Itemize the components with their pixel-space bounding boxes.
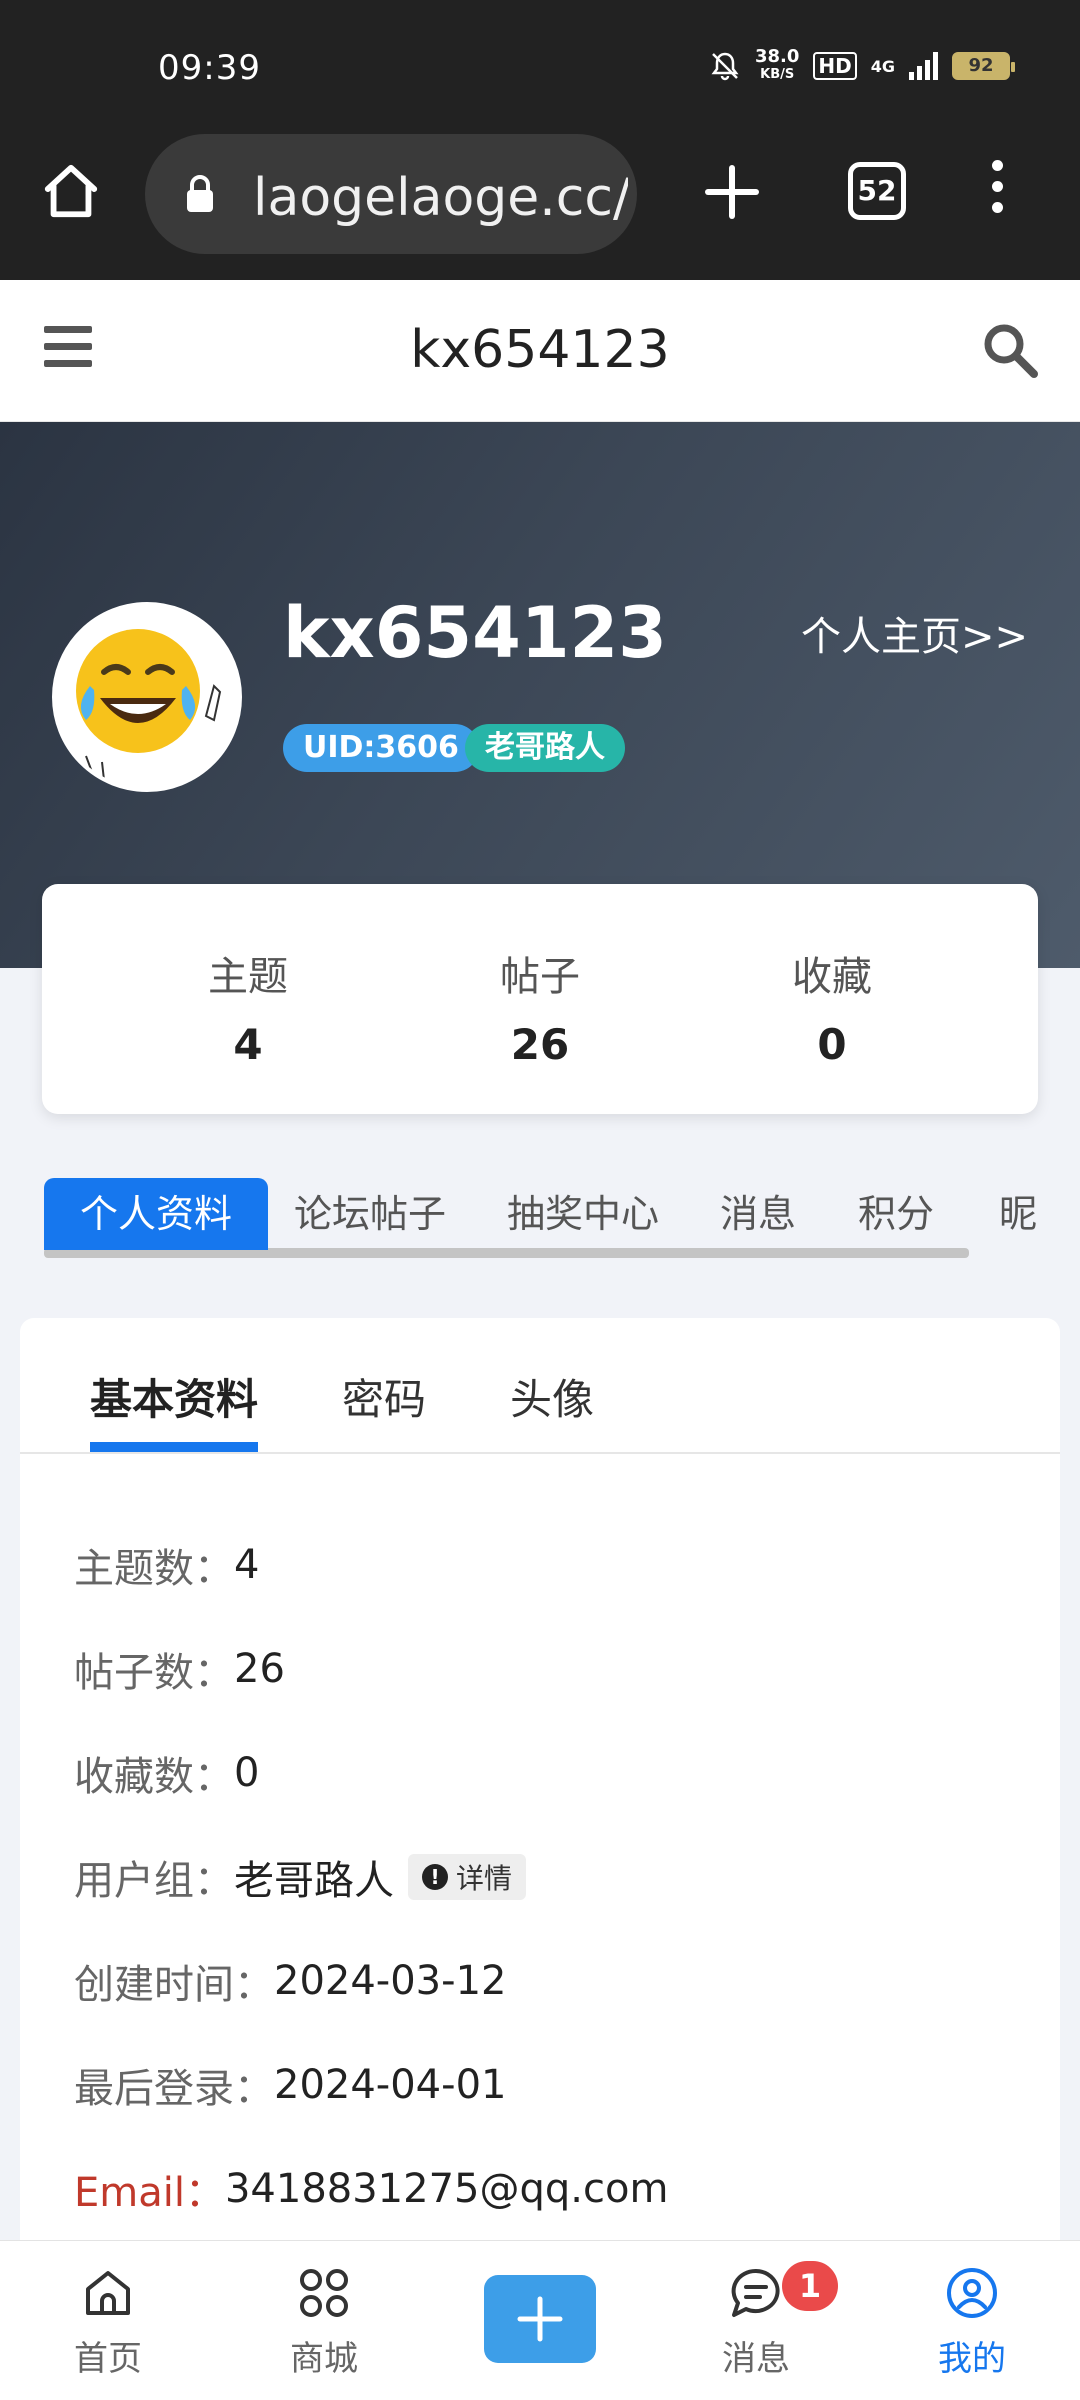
info-created-row: 创建时间： 2024-03-12 — [74, 1952, 506, 2010]
nav-label: 首页 — [74, 2339, 142, 2379]
sub-tabs: 基本资料 密码 头像 — [20, 1318, 1060, 1454]
info-label: 帖子数： — [74, 1650, 234, 1696]
status-time: 09:39 — [158, 48, 261, 88]
info-last-login-row: 最后登录： 2024-04-01 — [74, 2056, 506, 2114]
active-tab-indicator — [90, 1442, 258, 1452]
tab-switcher-button[interactable]: 52 — [848, 162, 906, 220]
laughing-emoji-icon — [76, 629, 222, 781]
page-title: kx654123 — [410, 320, 670, 380]
group-detail-button[interactable]: ! 详情 — [408, 1854, 527, 1900]
network-speed: 38.0 KB/S — [754, 46, 800, 83]
more-menu-icon[interactable] — [982, 160, 1012, 224]
info-value: 26 — [234, 1646, 285, 1692]
chat-bubble-icon — [731, 2268, 780, 2317]
new-post-button[interactable] — [484, 2275, 596, 2363]
plus-icon — [517, 2296, 563, 2342]
nav-label: 商城 — [290, 2339, 358, 2379]
user-group-badge: 老哥路人 — [465, 724, 625, 772]
signal-icon — [909, 52, 938, 80]
uid-badge: UID:3606 — [283, 724, 479, 772]
sub-tab-basic-info[interactable]: 基本资料 — [90, 1366, 258, 1427]
new-tab-icon[interactable] — [700, 160, 764, 224]
url-text: laogelaoge.cc/ — [253, 168, 628, 228]
url-field[interactable]: laogelaoge.cc/ — [145, 134, 637, 254]
info-label: 主题数： — [74, 1546, 234, 1592]
stat-value: 26 — [510, 1020, 570, 1069]
home-icon — [86, 2271, 130, 2315]
detail-label: 详情 — [456, 1862, 513, 1895]
info-icon: ! — [422, 1864, 448, 1890]
stat-label: 主题 — [208, 954, 288, 1000]
nav-shop[interactable]: 商城 — [244, 2241, 404, 2400]
status-icons: 38.0 KB/S HD 4G 92 — [709, 46, 1015, 84]
info-topics-row: 主题数： 4 — [74, 1536, 259, 1594]
profile-tabs: 个人资料 论坛帖子 抽奖中心 消息 积分 昵 — [44, 1178, 1080, 1258]
info-value: 3418831275@qq.com — [224, 2166, 669, 2212]
tab-forum-posts[interactable]: 论坛帖子 — [294, 1178, 446, 1250]
personal-homepage-link[interactable]: 个人主页>> — [801, 604, 1028, 662]
stat-label: 帖子 — [500, 954, 580, 1000]
nav-mine[interactable]: 我的 — [892, 2241, 1052, 2400]
info-favorites-row: 收藏数： 0 — [74, 1744, 259, 1802]
info-value: 0 — [234, 1750, 260, 1796]
profile-content-card: 基本资料 密码 头像 主题数： 4 帖子数： 26 收藏数： 0 用户组： 老哥… — [20, 1318, 1060, 2248]
message-count-badge: 1 — [782, 2261, 838, 2311]
stats-card: 主题 4 帖子 26 收藏 0 — [42, 884, 1038, 1114]
info-label: 最后登录： — [74, 2066, 274, 2112]
info-label: 创建时间： — [74, 1962, 274, 2008]
sub-tab-avatar[interactable]: 头像 — [510, 1366, 594, 1427]
nav-label: 我的 — [938, 2339, 1006, 2379]
info-label: 用户组： — [74, 1858, 234, 1904]
stat-value: 0 — [817, 1020, 847, 1069]
browser-chrome: 09:39 38.0 KB/S HD 4G 92 laogelaoge.cc/ … — [0, 0, 1080, 280]
network-type: 4G — [870, 56, 895, 76]
tab-nickname[interactable]: 昵 — [999, 1178, 1037, 1250]
battery-icon: 92 — [952, 52, 1015, 80]
search-icon[interactable] — [980, 320, 1040, 380]
tab-profile-info[interactable]: 个人资料 — [44, 1178, 269, 1250]
stat-value: 4 — [233, 1020, 263, 1069]
grid-icon — [300, 2269, 348, 2317]
bottom-nav: 首页 商城 消息 1 我的 — [0, 2240, 1080, 2400]
lock-icon — [187, 175, 213, 212]
stat-posts[interactable]: 帖子 26 — [394, 884, 686, 1114]
stat-favorites[interactable]: 收藏 0 — [686, 884, 978, 1114]
address-bar: laogelaoge.cc/ 52 — [0, 130, 1080, 280]
home-icon[interactable] — [40, 160, 102, 222]
sub-tab-password[interactable]: 密码 — [342, 1366, 426, 1427]
site-header: kx654123 — [0, 280, 1080, 422]
info-value: 2024-03-12 — [274, 1958, 507, 2004]
info-label: Email： — [74, 2170, 225, 2216]
info-value: 老哥路人 — [234, 1858, 394, 1904]
info-value: 4 — [234, 1542, 260, 1588]
nav-label: 消息 — [722, 2339, 790, 2379]
avatar[interactable] — [52, 602, 242, 792]
info-posts-row: 帖子数： 26 — [74, 1640, 285, 1698]
info-value: 2024-04-01 — [274, 2062, 507, 2108]
hd-icon: HD — [813, 52, 857, 80]
tab-lottery-center[interactable]: 抽奖中心 — [507, 1178, 659, 1250]
nav-home[interactable]: 首页 — [28, 2241, 188, 2400]
info-group-row: 用户组： 老哥路人 ! 详情 — [74, 1848, 527, 1906]
tab-messages[interactable]: 消息 — [720, 1178, 796, 1250]
bell-off-icon — [711, 52, 739, 81]
stat-topics[interactable]: 主题 4 — [102, 884, 394, 1114]
user-circle-icon — [947, 2268, 997, 2318]
status-bar: 09:39 38.0 KB/S HD 4G 92 — [0, 0, 1080, 130]
stat-label: 收藏 — [792, 954, 872, 1000]
info-label: 收藏数： — [74, 1754, 234, 1800]
profile-username: kx654123 — [283, 592, 667, 674]
info-email-row: Email： 3418831275@qq.com — [74, 2160, 668, 2218]
tab-points[interactable]: 积分 — [858, 1178, 934, 1250]
